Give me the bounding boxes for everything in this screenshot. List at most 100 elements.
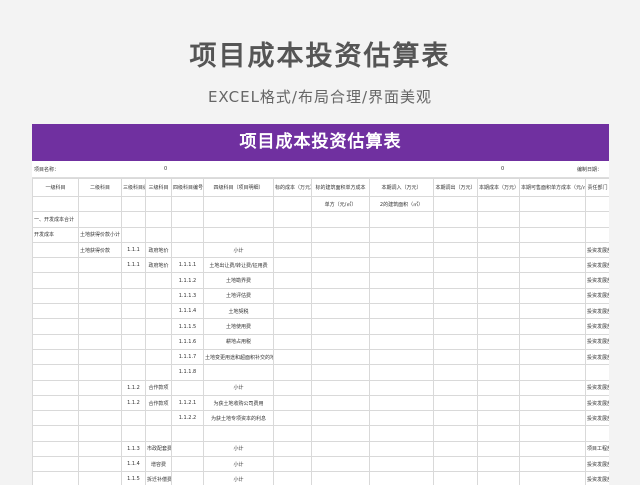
table-cell[interactable] [78, 410, 122, 427]
table-cell[interactable] [369, 348, 434, 366]
table-cell[interactable] [433, 348, 478, 366]
table-cell[interactable]: 1.1.2 [121, 379, 146, 396]
table-cell[interactable] [121, 333, 146, 350]
table-cell[interactable] [433, 211, 478, 228]
table-cell[interactable] [78, 195, 122, 213]
table-cell[interactable] [369, 318, 434, 335]
table-cell[interactable]: 1.1.2.2 [171, 410, 204, 427]
table-cell[interactable] [477, 394, 520, 412]
table-cell[interactable]: 投资发展部 [585, 333, 609, 350]
table-cell[interactable]: 三级科目编 [121, 178, 146, 197]
table-cell[interactable] [145, 287, 172, 305]
table-cell[interactable] [171, 425, 204, 442]
table-cell[interactable] [477, 471, 520, 485]
table-cell[interactable] [519, 318, 586, 335]
table-cell[interactable] [477, 364, 520, 381]
table-cell[interactable]: 政府地价 [145, 241, 172, 259]
table-cell[interactable] [273, 241, 312, 259]
table-cell[interactable]: 投资发展部 [585, 348, 609, 366]
table-cell[interactable] [78, 272, 122, 289]
table-cell[interactable] [433, 257, 478, 274]
table-cell[interactable]: 1.1.1.8 [171, 364, 204, 381]
table-cell[interactable] [171, 440, 204, 458]
table-cell[interactable]: 土地获得价款 [78, 241, 122, 259]
table-cell[interactable]: 投资发展部 [585, 410, 609, 427]
table-cell[interactable] [145, 226, 172, 243]
table-cell[interactable]: 为获土地专项资本的利息 [203, 410, 274, 427]
table-cell[interactable] [78, 425, 122, 442]
table-cell[interactable]: 投资发展部 [585, 394, 609, 412]
table-cell[interactable] [477, 410, 520, 427]
table-cell[interactable] [32, 287, 79, 305]
table-cell[interactable]: 1.1.1 [121, 257, 146, 274]
table-cell[interactable] [311, 333, 370, 350]
table-cell[interactable] [311, 440, 370, 458]
table-cell[interactable]: 一级科目 [32, 178, 79, 197]
table-cell[interactable] [121, 318, 146, 335]
table-cell[interactable] [311, 425, 370, 442]
table-cell[interactable] [433, 410, 478, 427]
table-cell[interactable] [519, 287, 586, 305]
table-cell[interactable] [121, 195, 146, 213]
table-cell[interactable] [477, 226, 520, 243]
table-cell[interactable]: 1.1.1.6 [171, 333, 204, 350]
table-cell[interactable] [369, 364, 434, 381]
table-cell[interactable] [121, 425, 146, 442]
table-cell[interactable] [273, 425, 312, 442]
table-cell[interactable] [171, 241, 204, 259]
table-cell[interactable]: 四级科目编号 [171, 178, 204, 197]
table-cell[interactable] [311, 211, 370, 228]
table-cell[interactable]: 本期调出（万元） [433, 178, 478, 197]
table-cell[interactable] [203, 364, 274, 381]
table-cell[interactable] [433, 272, 478, 289]
table-cell[interactable]: 标的建筑面积单方成本 [311, 178, 370, 197]
table-cell[interactable]: 本期成本（万元） [477, 178, 520, 197]
table-cell[interactable]: 2的建筑面积（㎡） [369, 195, 434, 213]
table-cell[interactable] [78, 394, 122, 412]
table-cell[interactable] [32, 379, 79, 396]
table-cell[interactable]: 土地使用费 [203, 318, 274, 335]
table-cell[interactable] [519, 333, 586, 350]
table-cell[interactable] [311, 379, 370, 396]
table-cell[interactable] [203, 226, 274, 243]
table-cell[interactable]: 投资发展部 [585, 471, 609, 485]
table-cell[interactable]: 标的成本（万元） [273, 178, 312, 197]
table-cell[interactable] [273, 303, 312, 320]
table-cell[interactable] [145, 318, 172, 335]
table-cell[interactable]: 1.1.1.4 [171, 303, 204, 320]
table-cell[interactable] [433, 364, 478, 381]
table-cell[interactable]: 二级科目 [78, 178, 122, 197]
table-cell[interactable] [121, 303, 146, 320]
table-cell[interactable] [433, 471, 478, 485]
table-cell[interactable] [145, 195, 172, 213]
table-cell[interactable] [273, 394, 312, 412]
table-cell[interactable] [273, 195, 312, 213]
table-cell[interactable] [273, 333, 312, 350]
table-cell[interactable] [171, 211, 204, 228]
table-cell[interactable] [203, 211, 274, 228]
table-cell[interactable] [32, 257, 79, 274]
table-cell[interactable]: 耕地占用税 [203, 333, 274, 350]
table-cell[interactable]: 1.1.1.3 [171, 287, 204, 305]
table-cell[interactable]: 小计 [203, 379, 274, 396]
table-cell[interactable]: 责任部门 [585, 178, 609, 197]
table-cell[interactable] [78, 440, 122, 458]
table-cell[interactable]: 土地契税 [203, 303, 274, 320]
table-cell[interactable] [273, 410, 312, 427]
table-cell[interactable] [585, 211, 609, 228]
table-cell[interactable] [585, 425, 609, 442]
table-cell[interactable]: 合作款项 [145, 379, 172, 396]
table-cell[interactable] [369, 425, 434, 442]
table-cell[interactable] [273, 257, 312, 274]
table-cell[interactable]: 投资发展部 [585, 287, 609, 305]
table-cell[interactable] [311, 364, 370, 381]
table-cell[interactable]: 土地勘界费 [203, 272, 274, 289]
table-cell[interactable] [477, 272, 520, 289]
table-cell[interactable] [369, 471, 434, 485]
table-cell[interactable] [477, 318, 520, 335]
table-cell[interactable] [433, 456, 478, 473]
table-cell[interactable] [32, 456, 79, 473]
table-cell[interactable] [203, 425, 274, 442]
table-cell[interactable]: 开发成本 [32, 226, 79, 243]
table-cell[interactable] [273, 379, 312, 396]
